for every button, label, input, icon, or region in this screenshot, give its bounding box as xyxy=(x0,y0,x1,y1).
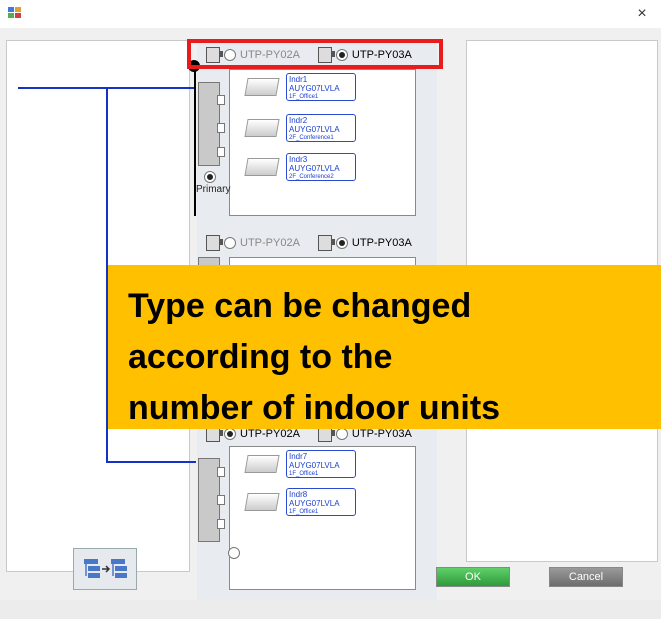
primary-radio[interactable] xyxy=(204,171,216,183)
status-bar xyxy=(0,600,661,619)
branch-box-icon xyxy=(206,235,223,251)
callout-text: Type can be changed according to the num… xyxy=(128,287,501,427)
unit-model: AUYG07LVLA xyxy=(289,84,340,93)
group2-type-selector: UTP-PY02A UTP-PY03A xyxy=(204,233,412,253)
unit-model: AUYG07LVLA xyxy=(289,164,340,173)
unit-location: 2F_Conference1 xyxy=(289,135,334,141)
tree-transfer-icon xyxy=(84,559,127,578)
unit-name: Indr1 xyxy=(289,75,308,84)
indoor-unit-8[interactable]: Indr8 AUYG07LVLA 1F_Office1 xyxy=(244,488,356,516)
cancel-button[interactable]: Cancel xyxy=(549,567,623,587)
cassette-unit-icon xyxy=(244,158,280,176)
annotation-callout: Type can be changed according to the num… xyxy=(108,265,661,429)
indoor-unit-1[interactable]: Indr1 AUYG07LVLA 1F_Office1 xyxy=(244,73,356,101)
unit-name: Indr2 xyxy=(289,116,308,125)
indoor-unit-label: Indr7 AUYG07LVLA 1F_Office1 xyxy=(286,450,356,478)
unit-location: 1F_Office1 xyxy=(289,509,319,515)
unit-model: AUYG07LVLA xyxy=(289,461,340,470)
group2-radio-a[interactable] xyxy=(224,237,236,249)
indoor-unit-2[interactable]: Indr2 AUYG07LVLA 2F_Conference1 xyxy=(244,114,356,142)
close-icon[interactable]: × xyxy=(632,4,652,24)
branch-box-icon xyxy=(317,235,335,251)
cassette-unit-icon xyxy=(244,455,280,473)
group1-branch-bar xyxy=(198,82,225,166)
primary-label: Primary xyxy=(196,184,231,195)
group2-radio-b[interactable] xyxy=(335,237,348,249)
indoor-unit-label: Indr3 AUYG07LVLA 2F_Conference2 xyxy=(286,153,356,181)
unit-model: AUYG07LVLA xyxy=(289,499,340,508)
app-icon xyxy=(8,7,21,18)
title-bar: × xyxy=(0,0,661,28)
indoor-unit-label: Indr2 AUYG07LVLA 2F_Conference1 xyxy=(286,114,356,142)
pipe-branch-3 xyxy=(106,461,196,463)
group2-option-a-label: UTP-PY02A xyxy=(240,237,300,249)
tree-layout-button[interactable] xyxy=(73,548,137,590)
indoor-unit-label: Indr8 AUYG07LVLA 1F_Office1 xyxy=(286,488,356,516)
group3-branch-bar xyxy=(198,458,225,542)
indoor-unit-3[interactable]: Indr3 AUYG07LVLA 2F_Conference2 xyxy=(244,153,356,181)
cassette-unit-icon xyxy=(244,119,280,137)
cassette-unit-icon xyxy=(244,493,280,511)
indoor-unit-label: Indr1 AUYG07LVLA 1F_Office1 xyxy=(286,73,356,101)
cassette-unit-icon xyxy=(244,78,280,96)
unit-name: Indr8 xyxy=(289,490,308,499)
unit-location: 2F_Conference2 xyxy=(289,174,334,180)
indoor-unit-7[interactable]: Indr7 AUYG07LVLA 1F_Office1 xyxy=(244,450,356,478)
unit-name: Indr7 xyxy=(289,452,308,461)
unit-location: 1F_Office1 xyxy=(289,94,319,100)
group2-option-b-label: UTP-PY03A xyxy=(351,237,412,249)
unit-location: 1F_Office1 xyxy=(289,471,319,477)
unit-model: AUYG07LVLA xyxy=(289,125,340,134)
unit-name: Indr3 xyxy=(289,155,308,164)
type-highlight-frame xyxy=(187,39,443,69)
ok-button[interactable]: OK xyxy=(436,567,510,587)
